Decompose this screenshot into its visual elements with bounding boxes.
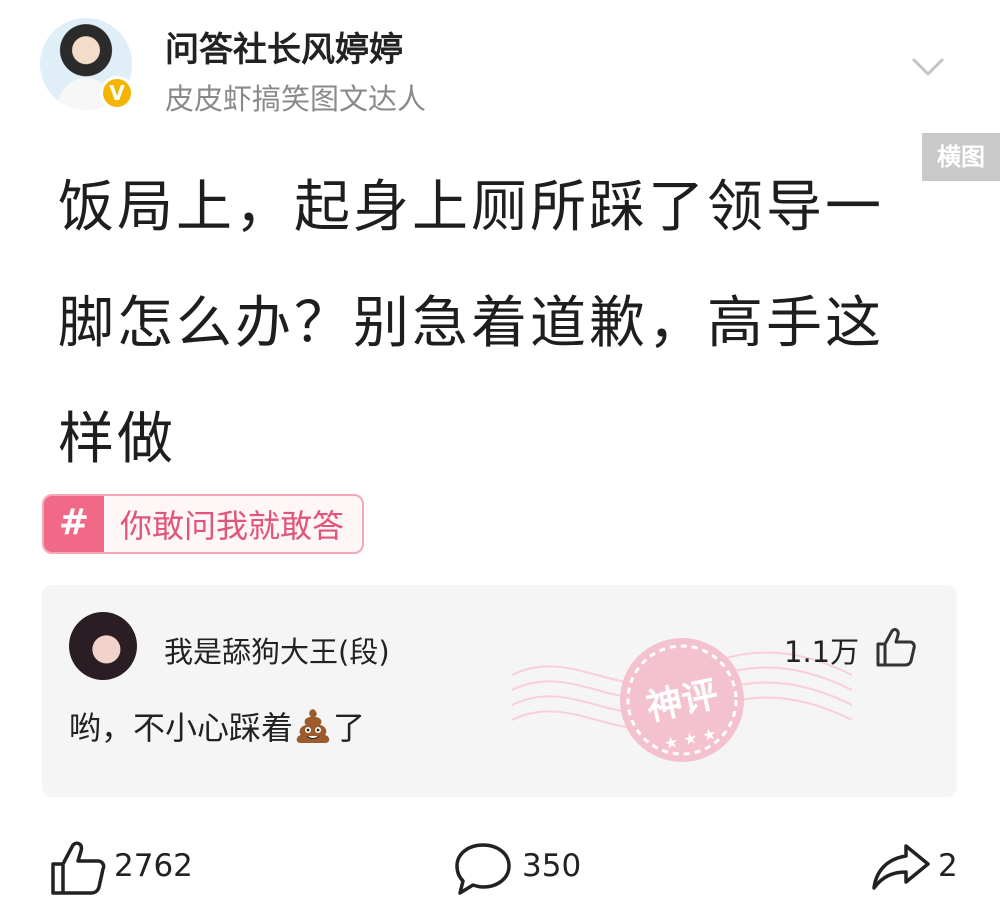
- poop-emoji-icon: [296, 709, 330, 743]
- share-count: 2: [938, 848, 958, 884]
- commenter-avatar[interactable]: [69, 612, 137, 680]
- author-name[interactable]: 问答社长风婷婷: [165, 22, 403, 71]
- chevron-down-icon[interactable]: [908, 52, 948, 80]
- hashtag-icon: #: [44, 496, 104, 552]
- top-comment-card[interactable]: 神评 ★ ★ ★ 我是舔狗大王(段) 1.1万 哟，不小心踩着 了: [42, 585, 957, 797]
- comment-icon[interactable]: [452, 840, 514, 898]
- share-icon[interactable]: [870, 842, 932, 894]
- comment-thumbs-up-icon[interactable]: [874, 625, 918, 669]
- post-page: V 问答社长风婷婷 皮皮虾搞笑图文达人 横图 饭局上，起身上厕所踩了领导一脚怎么…: [0, 0, 1000, 922]
- comment-text: 哟，不小心踩着 了: [69, 703, 365, 749]
- comment-like-count: 1.1万: [784, 635, 860, 669]
- verified-badge-icon: V: [100, 76, 134, 110]
- topic-label: 你敢问我就敢答: [120, 507, 345, 545]
- comment-text-before: 哟，不小心踩着: [69, 709, 294, 747]
- author-subtitle: 皮皮虾搞笑图文达人: [165, 82, 427, 116]
- like-count: 2762: [114, 848, 193, 884]
- commenter-name[interactable]: 我是舔狗大王(段): [164, 629, 390, 671]
- post-title: 饭局上，起身上厕所踩了领导一脚怎么办？别急着道歉，高手这样做: [58, 175, 884, 472]
- topic-tag[interactable]: # 你敢问我就敢答: [42, 494, 365, 554]
- like-icon[interactable]: [48, 838, 108, 898]
- comment-count: 350: [522, 848, 582, 884]
- comment-text-after: 了: [333, 709, 366, 747]
